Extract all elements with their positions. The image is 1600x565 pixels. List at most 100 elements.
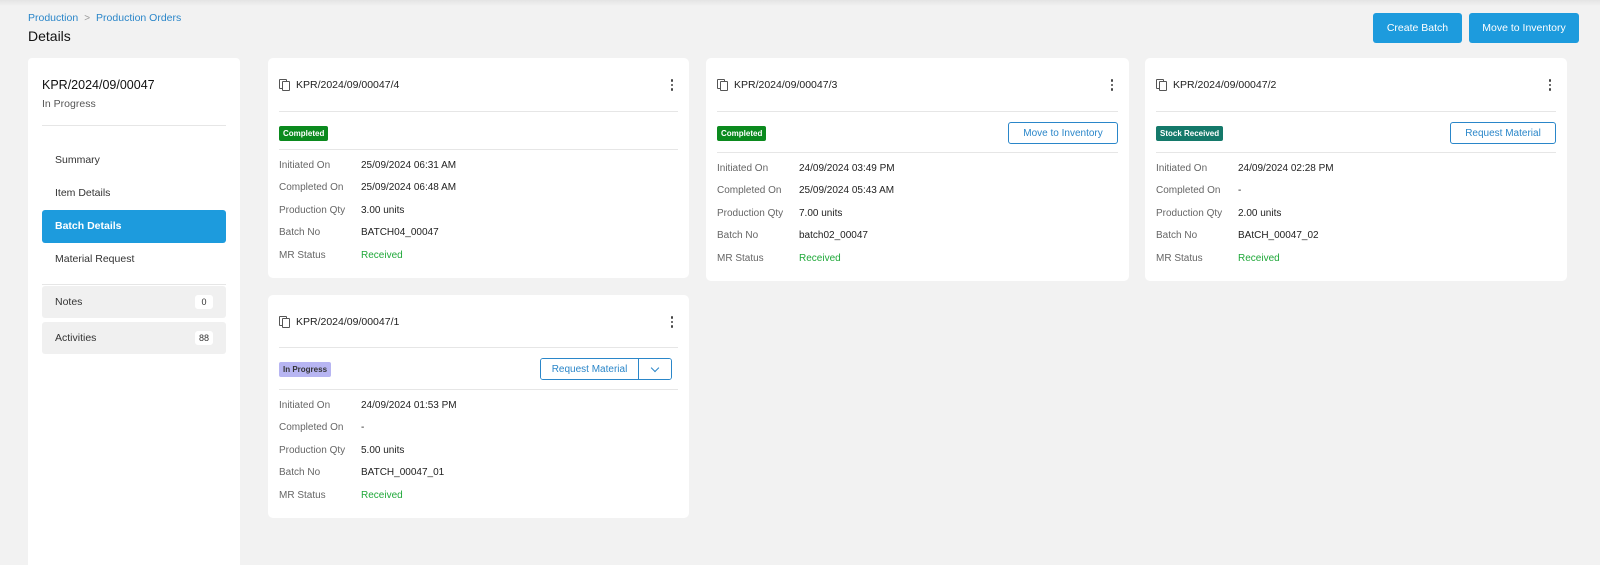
sidebar-divider — [42, 125, 226, 126]
more-options-icon[interactable] — [666, 77, 678, 93]
batch-card: KPR/2024/09/00047/1 In Progress Request … — [268, 295, 689, 518]
breadcrumb-separator: > — [84, 12, 91, 24]
move-to-inventory-button[interactable]: Move to Inventory — [1469, 13, 1579, 43]
initiated-on-value: 24/09/2024 03:49 PM — [799, 162, 895, 174]
card-divider — [1156, 111, 1556, 112]
sidebar-item-summary[interactable]: Summary — [42, 144, 226, 177]
batch-status-row: In Progress Request Material — [279, 357, 678, 381]
breadcrumb-production-orders[interactable]: Production Orders — [96, 12, 181, 24]
card-divider — [717, 152, 1118, 153]
mr-status-value: Received — [1238, 252, 1280, 264]
breadcrumb: Production > Production Orders — [28, 12, 181, 24]
batch-card-header: KPR/2024/09/00047/4 — [279, 74, 678, 96]
status-badge: Stock Received — [1156, 125, 1224, 141]
sidebar-item-notes[interactable]: Notes 0 — [42, 286, 226, 318]
completed-on-label: Completed On — [1156, 185, 1221, 197]
copy-icon[interactable] — [717, 79, 729, 91]
completed-on-value: - — [1238, 185, 1242, 197]
more-options-icon[interactable] — [666, 314, 678, 330]
page-title: Details — [28, 28, 71, 44]
status-badge: In Progress — [279, 361, 332, 377]
batch-details: Initiated On 24/09/2024 03:49 PM Complete… — [717, 157, 1118, 270]
card-divider — [279, 347, 678, 348]
mr-status-label: MR Status — [717, 252, 764, 264]
batch-id: KPR/2024/09/00047/4 — [296, 79, 400, 91]
initiated-on-value: 25/09/2024 06:31 AM — [361, 159, 457, 171]
activities-label: Activities — [55, 332, 97, 344]
mr-status-label: MR Status — [279, 489, 326, 501]
sidebar-item-batch-details[interactable]: Batch Details — [42, 210, 226, 243]
batch-id: KPR/2024/09/00047/3 — [734, 79, 838, 91]
copy-icon[interactable] — [279, 316, 291, 328]
mr-status-value: Received — [361, 249, 403, 261]
production-qty-value: 5.00 units — [361, 444, 405, 456]
sidebar-item-item-details[interactable]: Item Details — [42, 177, 226, 210]
completed-on-value: 25/09/2024 06:48 AM — [361, 182, 457, 194]
more-options-icon[interactable] — [1544, 77, 1556, 93]
request-material-button[interactable]: Request Material — [1450, 122, 1556, 144]
move-to-inventory-button[interactable]: Move to Inventory — [1008, 122, 1118, 144]
batch-status-row: Completed Move to Inventory — [717, 121, 1118, 145]
production-qty-value: 3.00 units — [361, 204, 405, 216]
batch-id: KPR/2024/09/00047/2 — [1173, 79, 1277, 91]
production-qty-label: Production Qty — [279, 204, 346, 216]
notes-label: Notes — [55, 296, 83, 308]
completed-on-value: 25/09/2024 05:43 AM — [799, 185, 895, 197]
batch-details: Initiated On 25/09/2024 06:31 AM Complete… — [279, 154, 678, 267]
sidebar: KPR/2024/09/00047 In Progress Summary It… — [28, 58, 240, 565]
production-qty-label: Production Qty — [279, 444, 346, 456]
production-qty-label: Production Qty — [1156, 207, 1223, 219]
batch-no-value: BATCH_00047_01 — [361, 467, 445, 479]
initiated-on-label: Initiated On — [717, 162, 769, 174]
copy-icon[interactable] — [1156, 79, 1168, 91]
batch-details: Initiated On 24/09/2024 01:53 PM Complete… — [279, 394, 678, 507]
chevron-down-icon[interactable] — [639, 359, 671, 379]
order-number: KPR/2024/09/00047 — [42, 78, 155, 92]
production-qty-value: 7.00 units — [799, 207, 843, 219]
production-qty-value: 2.00 units — [1238, 207, 1282, 219]
initiated-on-label: Initiated On — [1156, 162, 1208, 174]
initiated-on-label: Initiated On — [279, 159, 331, 171]
header-actions: Create Batch Move to Inventory — [1373, 13, 1579, 43]
order-status: In Progress — [42, 98, 96, 110]
initiated-on-label: Initiated On — [279, 399, 331, 411]
initiated-on-value: 24/09/2024 01:53 PM — [361, 399, 457, 411]
batch-card-header: KPR/2024/09/00047/3 — [717, 74, 1118, 96]
batch-status-row: Stock Received Request Material — [1156, 121, 1556, 145]
card-divider — [1156, 152, 1556, 153]
initiated-on-value: 24/09/2024 02:28 PM — [1238, 162, 1334, 174]
activities-count-badge: 88 — [195, 331, 213, 345]
breadcrumb-production[interactable]: Production — [28, 12, 78, 24]
card-divider — [717, 111, 1118, 112]
sidebar-item-material-request[interactable]: Material Request — [42, 243, 226, 276]
card-divider — [279, 149, 678, 150]
production-qty-label: Production Qty — [717, 207, 784, 219]
copy-icon[interactable] — [279, 79, 291, 91]
status-badge: Completed — [717, 125, 767, 141]
batch-status-row: Completed — [279, 123, 678, 143]
batch-details: Initiated On 24/09/2024 02:28 PM Complete… — [1156, 157, 1556, 270]
batch-no-label: Batch No — [279, 467, 321, 479]
completed-on-label: Completed On — [279, 422, 344, 434]
completed-on-value: - — [361, 422, 365, 434]
batch-card: KPR/2024/09/00047/4 Completed Initiated … — [268, 58, 689, 278]
card-divider — [279, 111, 678, 112]
request-material-split-button: Request Material — [540, 358, 672, 380]
more-options-icon[interactable] — [1106, 77, 1118, 93]
create-batch-button[interactable]: Create Batch — [1373, 13, 1462, 43]
mr-status-label: MR Status — [279, 249, 326, 261]
batch-card-header: KPR/2024/09/00047/1 — [279, 311, 678, 333]
sidebar-item-activities[interactable]: Activities 88 — [42, 322, 226, 354]
batch-card: KPR/2024/09/00047/2 Stock Received Reque… — [1145, 58, 1567, 281]
batch-no-label: Batch No — [717, 230, 759, 242]
status-badge: Completed — [279, 125, 329, 141]
batch-id: KPR/2024/09/00047/1 — [296, 316, 400, 328]
request-material-button[interactable]: Request Material — [541, 359, 639, 379]
notes-count-badge: 0 — [195, 295, 213, 309]
sidebar-nav: Summary Item Details Batch Details Mater… — [42, 144, 226, 276]
batch-no-label: Batch No — [1156, 230, 1198, 242]
completed-on-label: Completed On — [717, 185, 782, 197]
batch-card: KPR/2024/09/00047/3 Completed Move to In… — [706, 58, 1129, 281]
card-divider — [279, 389, 678, 390]
batch-no-value: BATCH04_00047 — [361, 227, 439, 239]
